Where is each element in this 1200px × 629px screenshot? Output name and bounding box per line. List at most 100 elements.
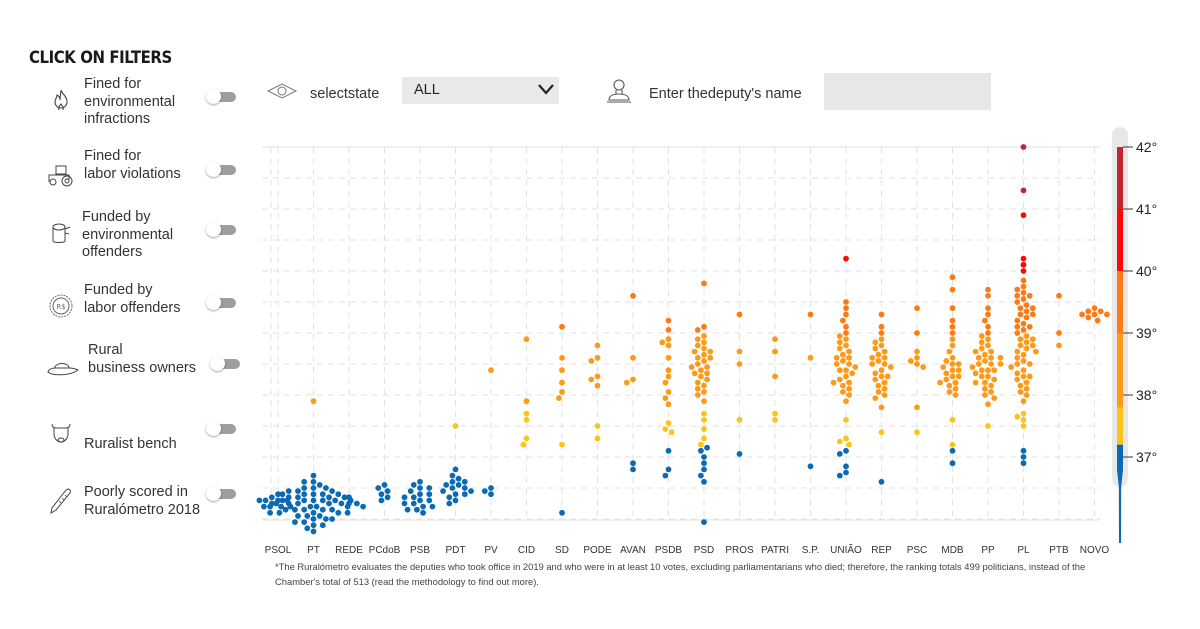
- deputy-dot[interactable]: [268, 494, 275, 501]
- deputy-dot[interactable]: [301, 506, 308, 513]
- deputy-dot[interactable]: [878, 336, 885, 343]
- deputy-dot[interactable]: [668, 429, 675, 436]
- deputy-dot[interactable]: [707, 348, 714, 355]
- deputy-dot[interactable]: [461, 478, 468, 485]
- deputy-dot[interactable]: [701, 389, 707, 395]
- deputy-dot[interactable]: [946, 389, 953, 395]
- deputy-dot[interactable]: [662, 472, 669, 479]
- deputy-dot[interactable]: [662, 379, 669, 386]
- deputy-dot[interactable]: [326, 494, 332, 501]
- deputy-dot[interactable]: [1026, 373, 1033, 380]
- deputy-dot[interactable]: [313, 503, 320, 510]
- deputy-dot[interactable]: [420, 503, 426, 510]
- deputy-dot[interactable]: [594, 435, 601, 442]
- deputy-dot[interactable]: [407, 488, 414, 494]
- deputy-dot[interactable]: [273, 500, 280, 507]
- deputy-dot[interactable]: [875, 382, 882, 389]
- deputy-dot[interactable]: [559, 509, 565, 516]
- deputy-dot[interactable]: [991, 395, 998, 401]
- deputy-dot[interactable]: [991, 367, 998, 374]
- deputy-dot[interactable]: [985, 423, 991, 429]
- deputy-dot[interactable]: [630, 376, 636, 383]
- deputy-dot[interactable]: [914, 305, 920, 312]
- deputy-dot[interactable]: [701, 323, 707, 330]
- deputy-dot[interactable]: [319, 522, 326, 529]
- deputy-dot[interactable]: [452, 491, 459, 498]
- deputy-dot[interactable]: [701, 466, 707, 473]
- deputy-dot[interactable]: [920, 364, 927, 370]
- deputy-dot[interactable]: [1029, 342, 1036, 349]
- deputy-dot[interactable]: [261, 503, 267, 510]
- deputy-dot[interactable]: [807, 311, 814, 318]
- deputy-dot[interactable]: [881, 385, 888, 392]
- deputy-dot[interactable]: [523, 435, 530, 442]
- deputy-dot[interactable]: [267, 503, 273, 510]
- deputy-dot[interactable]: [985, 336, 991, 343]
- deputy-dot[interactable]: [417, 491, 423, 498]
- deputy-dot[interactable]: [594, 373, 601, 380]
- deputy-dot[interactable]: [978, 333, 985, 339]
- deputy-dot[interactable]: [701, 410, 707, 417]
- deputy-dot[interactable]: [304, 513, 311, 519]
- deputy-dot[interactable]: [630, 460, 636, 467]
- deputy-dot[interactable]: [878, 311, 885, 318]
- deputy-dot[interactable]: [704, 364, 710, 370]
- deputy-dot[interactable]: [833, 354, 840, 361]
- deputy-dot[interactable]: [301, 519, 308, 525]
- deputy-dot[interactable]: [843, 469, 849, 476]
- deputy-dot[interactable]: [836, 451, 843, 457]
- deputy-dot[interactable]: [955, 361, 962, 367]
- deputy-dot[interactable]: [704, 370, 710, 377]
- deputy-dot[interactable]: [316, 482, 323, 488]
- deputy-dot[interactable]: [292, 519, 298, 525]
- deputy-dot[interactable]: [701, 345, 707, 352]
- deputy-dot[interactable]: [985, 311, 991, 318]
- deputy-dot[interactable]: [559, 441, 565, 448]
- deputy-dot[interactable]: [588, 376, 595, 383]
- deputy-dot[interactable]: [701, 454, 707, 460]
- deputy-dot[interactable]: [694, 336, 701, 343]
- deputy-dot[interactable]: [310, 478, 317, 485]
- deputy-dot[interactable]: [949, 342, 956, 349]
- deputy-dot[interactable]: [523, 410, 530, 417]
- deputy-dot[interactable]: [426, 491, 433, 498]
- deputy-dot[interactable]: [988, 389, 994, 395]
- deputy-dot[interactable]: [556, 395, 562, 401]
- deputy-dot[interactable]: [1056, 342, 1062, 349]
- deputy-dot[interactable]: [559, 379, 565, 386]
- deputy-dot[interactable]: [665, 466, 672, 473]
- deputy-dot[interactable]: [701, 460, 707, 467]
- deputy-dot[interactable]: [665, 342, 672, 349]
- deputy-dot[interactable]: [1023, 302, 1030, 308]
- deputy-dot[interactable]: [969, 364, 976, 370]
- deputy-dot[interactable]: [488, 491, 494, 498]
- deputy-dot[interactable]: [843, 373, 849, 380]
- deputy-dot[interactable]: [878, 478, 885, 485]
- deputy-dot[interactable]: [665, 327, 672, 333]
- deputy-dot[interactable]: [1020, 255, 1027, 262]
- deputy-dot[interactable]: [262, 497, 269, 504]
- deputy-dot[interactable]: [326, 500, 332, 507]
- deputy-dot[interactable]: [985, 330, 991, 336]
- deputy-dot[interactable]: [997, 361, 1004, 367]
- deputy-dot[interactable]: [1014, 413, 1021, 420]
- deputy-dot[interactable]: [452, 423, 459, 429]
- deputy-dot[interactable]: [836, 333, 843, 339]
- deputy-dot[interactable]: [1020, 289, 1027, 296]
- deputy-dot[interactable]: [949, 416, 956, 423]
- deputy-dot[interactable]: [914, 404, 920, 411]
- deputy-dot[interactable]: [417, 485, 423, 491]
- deputy-dot[interactable]: [594, 342, 601, 349]
- deputy-dot[interactable]: [846, 348, 852, 355]
- deputy-dot[interactable]: [949, 447, 956, 454]
- deputy-dot[interactable]: [282, 506, 289, 513]
- deputy-dot[interactable]: [943, 376, 950, 383]
- deputy-dot[interactable]: [736, 451, 743, 457]
- deputy-dot[interactable]: [295, 513, 301, 519]
- deputy-dot[interactable]: [985, 401, 991, 408]
- deputy-dot[interactable]: [846, 354, 852, 361]
- deputy-dot[interactable]: [665, 420, 672, 426]
- deputy-dot[interactable]: [1020, 187, 1027, 194]
- deputy-dot[interactable]: [481, 488, 488, 494]
- deputy-dot[interactable]: [852, 364, 859, 370]
